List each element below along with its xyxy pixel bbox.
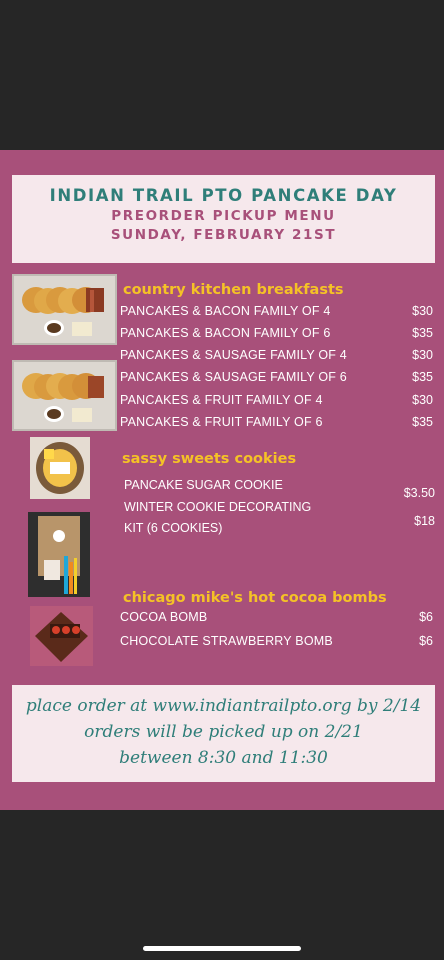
menu-item-row: PANCAKES & BACON FAMILY OF 4 $30 <box>120 304 433 324</box>
cookie-kit-name-line1: WINTER COOKIE DECORATING <box>124 500 312 514</box>
menu-item-price: $30 <box>412 348 433 362</box>
order-info-line: place order at www.indiantrailpto.org by… <box>25 696 422 716</box>
menu-item-price: $6 <box>419 634 433 648</box>
menu-item-name: PANCAKES & SAUSAGE FAMILY OF 4 <box>120 348 347 362</box>
menu-item-row: PANCAKES & FRUIT FAMILY OF 4 $30 <box>120 393 433 413</box>
pancakes-bacon-photo <box>12 274 117 345</box>
menu-item-price: $6 <box>419 610 433 624</box>
poster-date: SUNDAY, FEBRUARY 21ST <box>110 227 337 243</box>
cookie-kit-price: $18 <box>414 514 435 528</box>
section-title-cocoa: chicago mike's hot cocoa bombs <box>123 590 387 606</box>
menu-item-row: PANCAKES & SAUSAGE FAMILY OF 4 $30 <box>120 348 433 368</box>
menu-item-name: PANCAKES & BACON FAMILY OF 4 <box>120 304 331 318</box>
poster-title: INDIAN TRAIL PTO PANCAKE DAY <box>49 186 398 205</box>
menu-item-name: PANCAKES & FRUIT FAMILY OF 6 <box>120 415 323 429</box>
cookie-item-name: PANCAKE SUGAR COOKIE <box>124 478 283 492</box>
section-title-cookies: sassy sweets cookies <box>122 451 297 467</box>
order-info-box: place order at www.indiantrailpto.org by… <box>12 685 435 782</box>
order-info-line: orders will be picked up on 2/21 <box>84 722 363 742</box>
sugar-cookie-photo <box>30 437 90 499</box>
home-indicator[interactable] <box>143 946 301 951</box>
menu-item-name: PANCAKES & BACON FAMILY OF 6 <box>120 326 331 340</box>
menu-item-price: $30 <box>412 304 433 318</box>
pancakes-sausage-photo <box>12 360 117 431</box>
header-box: INDIAN TRAIL PTO PANCAKE DAY PREORDER PI… <box>12 175 435 263</box>
menu-item-name: PANCAKES & FRUIT FAMILY OF 4 <box>120 393 323 407</box>
menu-item-price: $30 <box>412 393 433 407</box>
poster-subtitle: PREORDER PICKUP MENU <box>111 208 336 224</box>
menu-item-row: COCOA BOMB $6 <box>120 610 433 630</box>
cocoa-bomb-photo <box>30 606 93 666</box>
menu-item-name: CHOCOLATE STRAWBERRY BOMB <box>120 634 333 648</box>
menu-item-row: PANCAKES & BACON FAMILY OF 6 $35 <box>120 326 433 346</box>
menu-item-name: PANCAKES & SAUSAGE FAMILY OF 6 <box>120 370 347 384</box>
menu-item-row: PANCAKES & FRUIT FAMILY OF 6 $35 <box>120 415 433 435</box>
cookie-item-price: $3.50 <box>403 486 435 500</box>
menu-item-price: $35 <box>412 370 433 384</box>
section-title-breakfast: country kitchen breakfasts <box>123 282 344 298</box>
menu-item-row: CHOCOLATE STRAWBERRY BOMB $6 <box>120 634 433 654</box>
menu-item-price: $35 <box>412 326 433 340</box>
menu-item-name: COCOA BOMB <box>120 610 208 624</box>
order-info-line: between 8:30 and 11:30 <box>119 748 328 768</box>
menu-item-price: $35 <box>412 415 433 429</box>
menu-poster: INDIAN TRAIL PTO PANCAKE DAY PREORDER PI… <box>0 150 444 810</box>
menu-item-row: PANCAKES & SAUSAGE FAMILY OF 6 $35 <box>120 370 433 390</box>
cookie-kit-photo <box>28 512 90 597</box>
cookie-kit-name-line2: KIT (6 COOKIES) <box>124 521 223 535</box>
